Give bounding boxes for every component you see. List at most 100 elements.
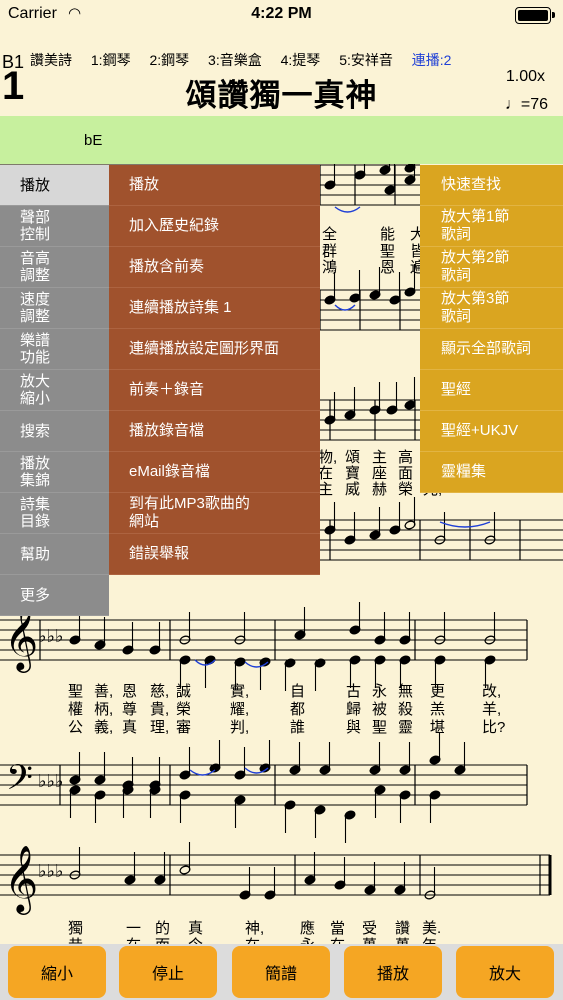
lyric-char: 柄,: [94, 701, 113, 718]
svg-text:♭♭♭: ♭♭♭: [38, 771, 63, 792]
lyric-char: 審: [176, 719, 191, 736]
lyric-char: 主: [318, 481, 333, 498]
submenu-play[interactable]: 播放: [109, 165, 320, 206]
menu-search[interactable]: 搜索: [0, 411, 109, 452]
menu-score-functions[interactable]: 樂譜 功能: [0, 329, 109, 370]
lyric-char: 受: [362, 920, 377, 937]
submenu-show-all-lyrics[interactable]: 顯示全部歌詞: [420, 329, 563, 370]
play-button[interactable]: 播放: [344, 946, 442, 998]
lyric-char: 更: [430, 683, 445, 700]
submenu-continuous-play-label: 連續播放詩集 1: [129, 299, 232, 316]
submenu-play-with-prelude[interactable]: 播放含前奏: [109, 247, 320, 288]
lyric-char: 聖: [68, 683, 83, 700]
submenu-email-recording[interactable]: eMail錄音檔: [109, 452, 320, 493]
submenu-play-recording[interactable]: 播放錄音檔: [109, 411, 320, 452]
numbered-notation-button[interactable]: 簡譜: [232, 946, 330, 998]
lyric-char: 赫: [372, 481, 387, 498]
lyric-char: 寶: [345, 464, 360, 482]
lyric-char: 物,: [318, 449, 337, 466]
menu-pitch-label: 音高 調整: [20, 250, 51, 284]
submenu-continuous-play[interactable]: 連續播放詩集 1: [109, 288, 320, 329]
track-4[interactable]: 4:提琴: [281, 52, 321, 68]
lyric-char: 羔: [430, 701, 445, 718]
track-2[interactable]: 2:鋼琴: [149, 52, 189, 68]
lyric-char: 與: [346, 719, 361, 736]
submenu-play-with-prelude-label: 播放含前奏: [129, 258, 205, 275]
zoom-out-button[interactable]: 縮小: [8, 946, 106, 998]
submenu-show-all-lyrics-label: 顯示全部歌詞: [441, 340, 532, 357]
lyric-char: 義,: [94, 719, 113, 736]
stop-button[interactable]: 停止: [119, 946, 217, 998]
lyric-char: 永: [372, 683, 387, 700]
menu-hymnal-index[interactable]: 詩集 目錄: [0, 493, 109, 534]
speed-indicator[interactable]: 1.00x: [506, 68, 545, 86]
lyric-char: 在: [318, 465, 333, 482]
lyric-char: 改,: [482, 683, 501, 700]
submenu-add-history-label: 加入歷史紀錄: [129, 217, 220, 234]
track-1[interactable]: 1:鋼琴: [91, 52, 131, 68]
submenu-report-error[interactable]: 錯誤舉報: [109, 534, 320, 575]
submenu-mp3-website-label: 到有此MP3歌曲的 網站: [129, 495, 250, 530]
key-signature-label: bE: [84, 132, 103, 149]
menu-playlist-label: 播放 集錦: [20, 455, 51, 489]
track-3[interactable]: 3:音樂盒: [208, 52, 262, 68]
submenu-quick-find[interactable]: 快速查找: [420, 165, 563, 206]
lyric-char: 權: [68, 701, 83, 718]
submenu-zoom-verse-1[interactable]: 放大第1節 歌詞: [420, 206, 563, 247]
menu-voice-control-label: 聲部 控制: [20, 209, 51, 243]
menu-help[interactable]: 幫助: [0, 534, 109, 575]
menu-playlist[interactable]: 播放 集錦: [0, 452, 109, 493]
lyric-char: 堪: [430, 719, 445, 736]
lyric-char: 公: [68, 719, 83, 736]
menu-voice-control[interactable]: 聲部 控制: [0, 206, 109, 247]
menu-speed[interactable]: 速度 調整: [0, 288, 109, 329]
submenu-mp3-website[interactable]: 到有此MP3歌曲的 網站: [109, 493, 320, 534]
lyric-char: 判,: [230, 719, 249, 736]
lyric-char: 殺: [398, 701, 413, 718]
lyric-char: 威: [345, 481, 360, 498]
submenu-email-recording-label: eMail錄音檔: [129, 463, 210, 480]
lyric-char: 比?: [482, 719, 505, 736]
status-bar: Carrier ◠ 4:22 PM: [0, 0, 563, 30]
submenu-quick-find-label: 快速查找: [441, 176, 502, 193]
menu-zoom[interactable]: 放大 縮小: [0, 370, 109, 411]
submenu-zoom-verse-3[interactable]: 放大第3節 歌詞: [420, 288, 563, 329]
treble-clef-icon-2: 𝄞: [4, 844, 38, 915]
track-5[interactable]: 5:安祥音: [339, 52, 393, 68]
lyric-char: 貴,: [150, 701, 169, 718]
lyric-char: 羊,: [482, 701, 501, 718]
submenu-continuous-settings-label: 連續播放設定圖形界面: [129, 340, 280, 357]
submenu-zoom-verse-3-label: 放大第3節 歌詞: [441, 290, 510, 325]
lyric-char: 美.: [422, 920, 441, 937]
menu-speed-label: 速度 調整: [20, 291, 51, 325]
submenu-devotional[interactable]: 靈糧集: [420, 452, 563, 493]
lyric-char: 善,: [94, 683, 113, 700]
menu-play[interactable]: 播放: [0, 165, 109, 206]
lyric-char: 真: [122, 718, 137, 736]
submenu-zoom-verse-2[interactable]: 放大第2節 歌詞: [420, 247, 563, 288]
lyric-char: 無: [398, 683, 413, 700]
submenu-add-history[interactable]: 加入歷史紀錄: [109, 206, 320, 247]
track-label[interactable]: 讚美詩: [30, 52, 72, 68]
menu-search-label: 搜索: [20, 422, 51, 440]
bass-clef-icon: 𝄢: [6, 757, 33, 806]
submenu-prelude-record[interactable]: 前奏＋錄音: [109, 370, 320, 411]
submenu-devotional-label: 靈糧集: [441, 463, 487, 480]
tempo-indicator[interactable]: ♩=76: [505, 96, 548, 114]
submenu-continuous-settings[interactable]: 連續播放設定圖形界面: [109, 329, 320, 370]
lyric-char: 全: [322, 225, 337, 243]
menu-more[interactable]: 更多: [0, 575, 109, 616]
continuous-play-count[interactable]: 連播:2: [412, 52, 452, 68]
lyric-char: 尊: [122, 701, 137, 718]
lyric-char: 榮: [176, 701, 191, 718]
menu-zoom-label: 放大 縮小: [20, 373, 51, 407]
lyric-char: 實,: [230, 682, 249, 700]
submenu-bible-ukjv[interactable]: 聖經+UKJV: [420, 411, 563, 452]
lyric-char: 能: [380, 226, 395, 243]
lyric-char: 誰: [290, 719, 305, 736]
lyric-char: 靈: [398, 719, 413, 736]
zoom-in-button[interactable]: 放大: [456, 946, 554, 998]
menu-pitch[interactable]: 音高 調整: [0, 247, 109, 288]
lyric-char: 面: [398, 465, 413, 482]
submenu-bible[interactable]: 聖經: [420, 370, 563, 411]
